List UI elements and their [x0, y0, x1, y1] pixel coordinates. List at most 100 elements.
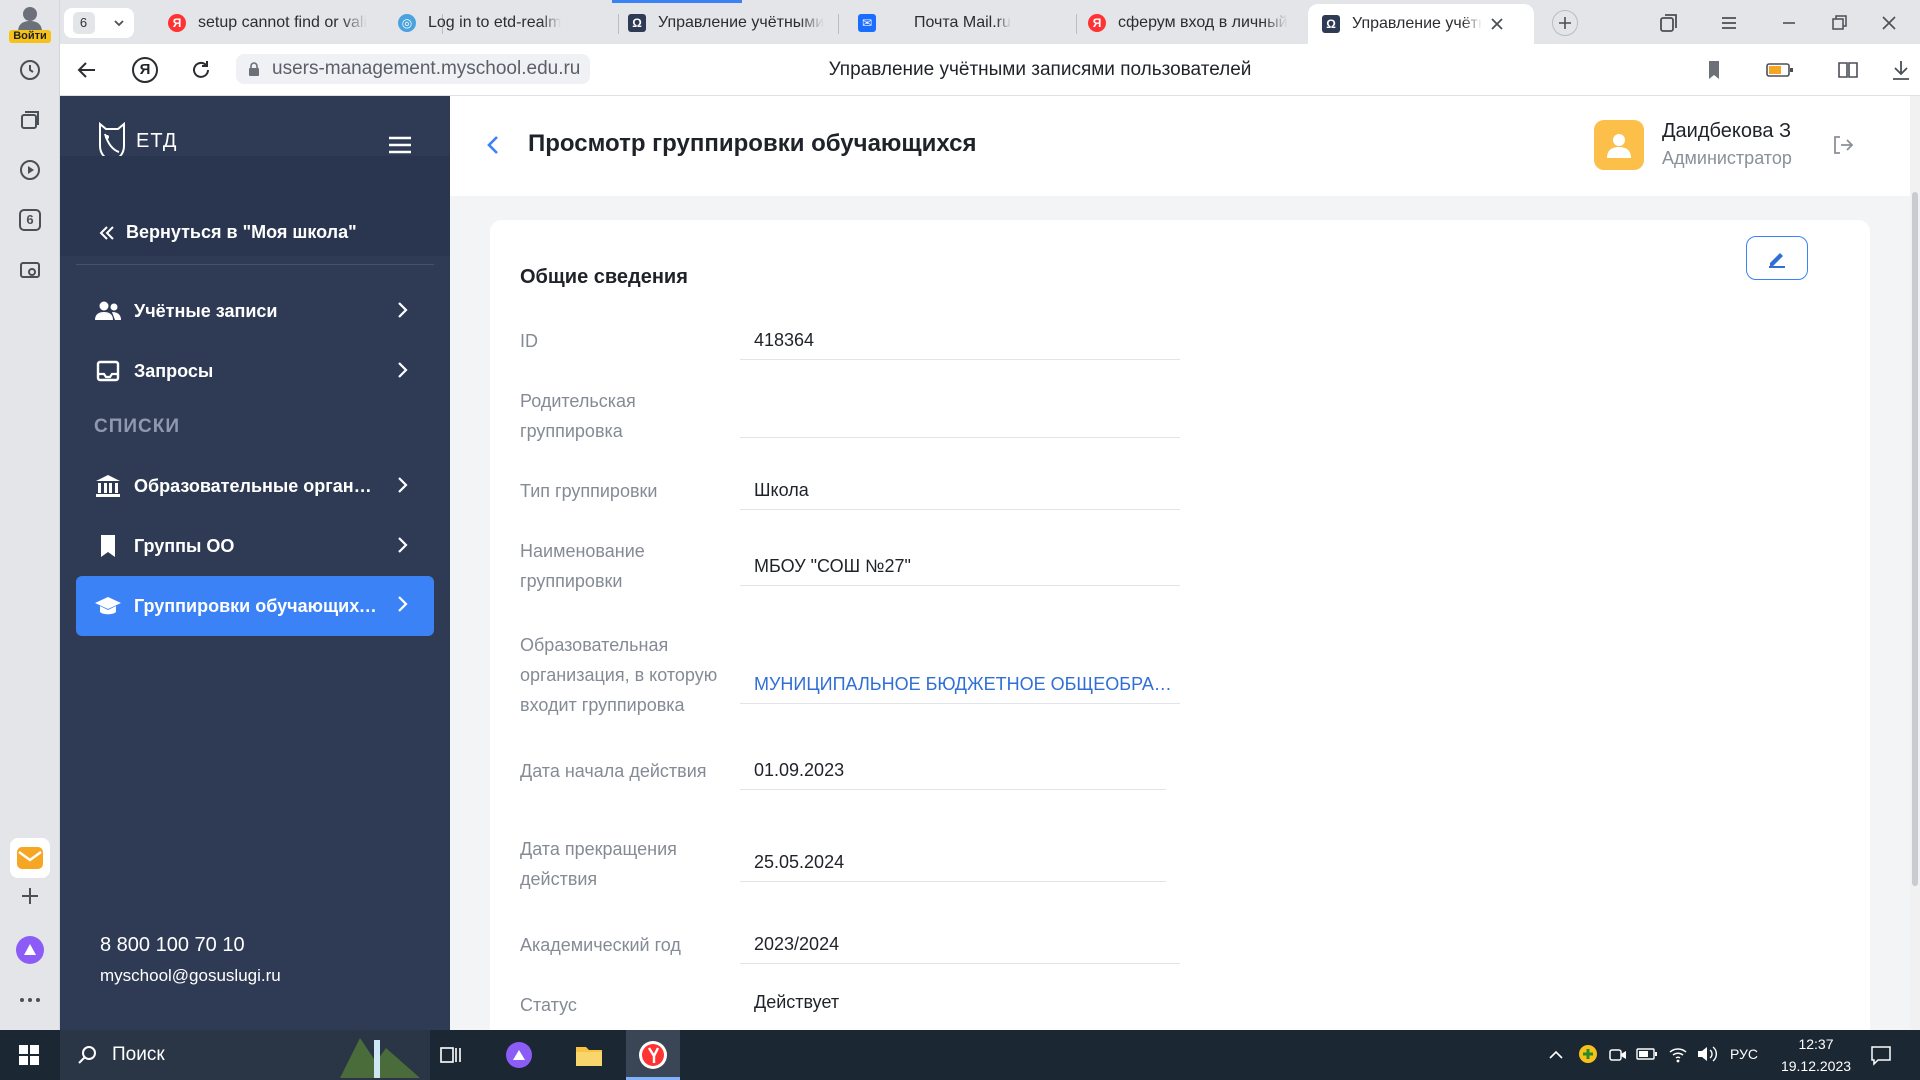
url-field[interactable]: users-management.myschool.edu.ru [236, 54, 591, 84]
page-title: Просмотр группировки обучающихся [528, 130, 977, 157]
reload-icon[interactable] [190, 59, 212, 81]
nav-label: Учётные записи [134, 300, 278, 321]
page-scrollbar[interactable] [1910, 96, 1920, 1030]
loading-indicator [612, 0, 742, 3]
address-bar: Я users-management.myschool.edu.ru Управ… [60, 44, 1920, 96]
history-icon[interactable] [14, 54, 46, 86]
user-icon [1607, 134, 1631, 158]
graduation-cap-icon [94, 592, 122, 620]
tray-volume-icon[interactable] [1696, 1044, 1718, 1064]
tray-meet-icon[interactable] [1608, 1045, 1628, 1065]
chevron-right-icon [398, 537, 408, 553]
close-tab-icon[interactable] [1490, 17, 1504, 31]
task-view-icon[interactable] [434, 1038, 468, 1072]
avatar[interactable] [1594, 120, 1644, 170]
tray-language[interactable]: РУС [1730, 1046, 1758, 1062]
more-icon[interactable] [14, 984, 46, 1016]
add-panel-icon[interactable] [14, 880, 46, 912]
yandex-home-icon[interactable]: Я [132, 57, 158, 83]
battery-saver-icon[interactable] [1766, 61, 1794, 79]
minimize-icon[interactable] [1778, 12, 1800, 34]
chevron-down-icon [113, 20, 124, 27]
tray-security-icon[interactable] [1578, 1044, 1598, 1064]
back-chevron-icon[interactable] [486, 134, 500, 156]
inbox-icon [94, 357, 122, 385]
notifications-icon[interactable] [1870, 1044, 1892, 1066]
back-to-school-link[interactable]: Вернуться в "Моя школа" [98, 222, 357, 243]
taskbar-search[interactable]: Поиск [60, 1030, 430, 1080]
tab-title: setup cannot find or vali [198, 14, 367, 31]
tray-chevron-up-icon[interactable] [1548, 1048, 1564, 1060]
waterfall-image-icon [340, 1038, 420, 1078]
profile-icon [18, 7, 42, 32]
file-explorer-icon[interactable] [572, 1038, 606, 1072]
nav-organizations[interactable]: Образовательные организации [76, 457, 434, 515]
nav-accounts[interactable]: Учётные записи [76, 282, 434, 340]
tab-5[interactable]: Ясферум вход в личный [1088, 6, 1293, 40]
tab-6-active[interactable]: Ω Управление учётны [1308, 4, 1534, 44]
field-value-id: 418364 [740, 322, 1180, 360]
new-tab-button[interactable] [1552, 10, 1578, 36]
screenshot-icon[interactable] [14, 254, 46, 286]
play-icon[interactable] [14, 154, 46, 186]
nav-student-groupings[interactable]: Группировки обучающихся [76, 576, 434, 636]
user-name: Даидбекова З [1662, 120, 1792, 142]
back-link-label: Вернуться в "Моя школа" [126, 222, 357, 242]
tab-group-button[interactable]: 6 [64, 8, 134, 38]
menu-icon[interactable] [1718, 12, 1740, 34]
app-sidebar: ЕТД Вернуться в "Моя школа" Учётные запи… [60, 96, 450, 1030]
tray-battery-icon[interactable] [1636, 1046, 1658, 1062]
alice-icon[interactable] [14, 934, 46, 966]
page-header: Просмотр группировки обучающихся Даидбек… [450, 96, 1910, 196]
hamburger-menu-icon[interactable] [388, 136, 412, 154]
nav-groups-oo[interactable]: Группы ОО [76, 517, 434, 575]
bookmark-icon[interactable] [1704, 59, 1724, 81]
tray-clock[interactable]: 12:37 19.12.2023 [1776, 1036, 1856, 1074]
mail-icon: ✉ [858, 14, 876, 32]
back-arrow-icon[interactable] [76, 59, 98, 81]
taskbar: Поиск РУС 12:37 19.12.2023 [0, 1030, 1920, 1080]
tab-1[interactable]: Яsetup cannot find or vali [168, 6, 430, 40]
login-label: Войти [9, 30, 51, 43]
reader-icon[interactable] [1836, 58, 1860, 82]
tab-4[interactable]: ✉ Почта Mail.ru [858, 6, 1118, 40]
tab-3[interactable]: Ω Управление учётными [628, 6, 828, 40]
support-phone[interactable]: 8 800 100 70 10 [100, 934, 245, 957]
tab-count-icon[interactable]: 6 [14, 204, 46, 236]
nav-label: Образовательные организации [134, 475, 378, 496]
tabs-menu-icon[interactable] [1658, 12, 1680, 34]
tab-title: сферум вход в личный [1118, 14, 1288, 31]
field-label-end: Дата прекращения действия [520, 839, 677, 889]
section-title: Общие сведения [520, 266, 688, 288]
nav-requests[interactable]: Запросы [76, 342, 434, 400]
tab-strip: 6 Яsetup cannot find or vali ◎ Log in to … [60, 0, 1920, 44]
field-label-type: Тип группировки [520, 481, 658, 501]
collections-icon[interactable] [14, 104, 46, 136]
download-icon[interactable] [1890, 58, 1912, 82]
scrollbar-thumb[interactable] [1912, 192, 1918, 886]
tab-title: Log in to etd-realm [428, 14, 562, 31]
windows-start-icon[interactable] [12, 1038, 46, 1072]
field-value-status: Действует [754, 992, 840, 1012]
rail-badge: 6 [19, 209, 41, 231]
alice-taskbar-icon[interactable] [502, 1038, 536, 1072]
restore-icon[interactable] [1828, 12, 1850, 34]
search-label: Поиск [112, 1044, 165, 1065]
chevron-right-icon [398, 477, 408, 493]
logout-icon[interactable] [1832, 134, 1854, 156]
tab-counter: 6 [72, 12, 95, 34]
tray-wifi-icon[interactable] [1668, 1044, 1688, 1064]
tab-2[interactable]: ◎ Log in to etd-realm [398, 6, 598, 40]
field-label-start: Дата начала действия [520, 761, 707, 781]
nav-label: Запросы [134, 360, 214, 381]
support-email[interactable]: myschool@gosuslugi.ru [100, 966, 281, 986]
mail-app-icon[interactable] [10, 838, 50, 878]
edit-button[interactable] [1746, 236, 1808, 280]
plus-icon [1559, 17, 1571, 29]
close-window-icon[interactable] [1878, 12, 1900, 34]
yandex-browser-taskbar[interactable] [626, 1030, 680, 1080]
field-value-org-link[interactable]: МУНИЦИПАЛЬНОЕ БЮДЖЕТНОЕ ОБЩЕОБРАЗОВАТЕЛЬ… [740, 666, 1180, 704]
field-value-year: 2023/2024 [740, 926, 1180, 964]
login-button[interactable]: Войти [6, 4, 54, 44]
search-icon [78, 1046, 96, 1064]
